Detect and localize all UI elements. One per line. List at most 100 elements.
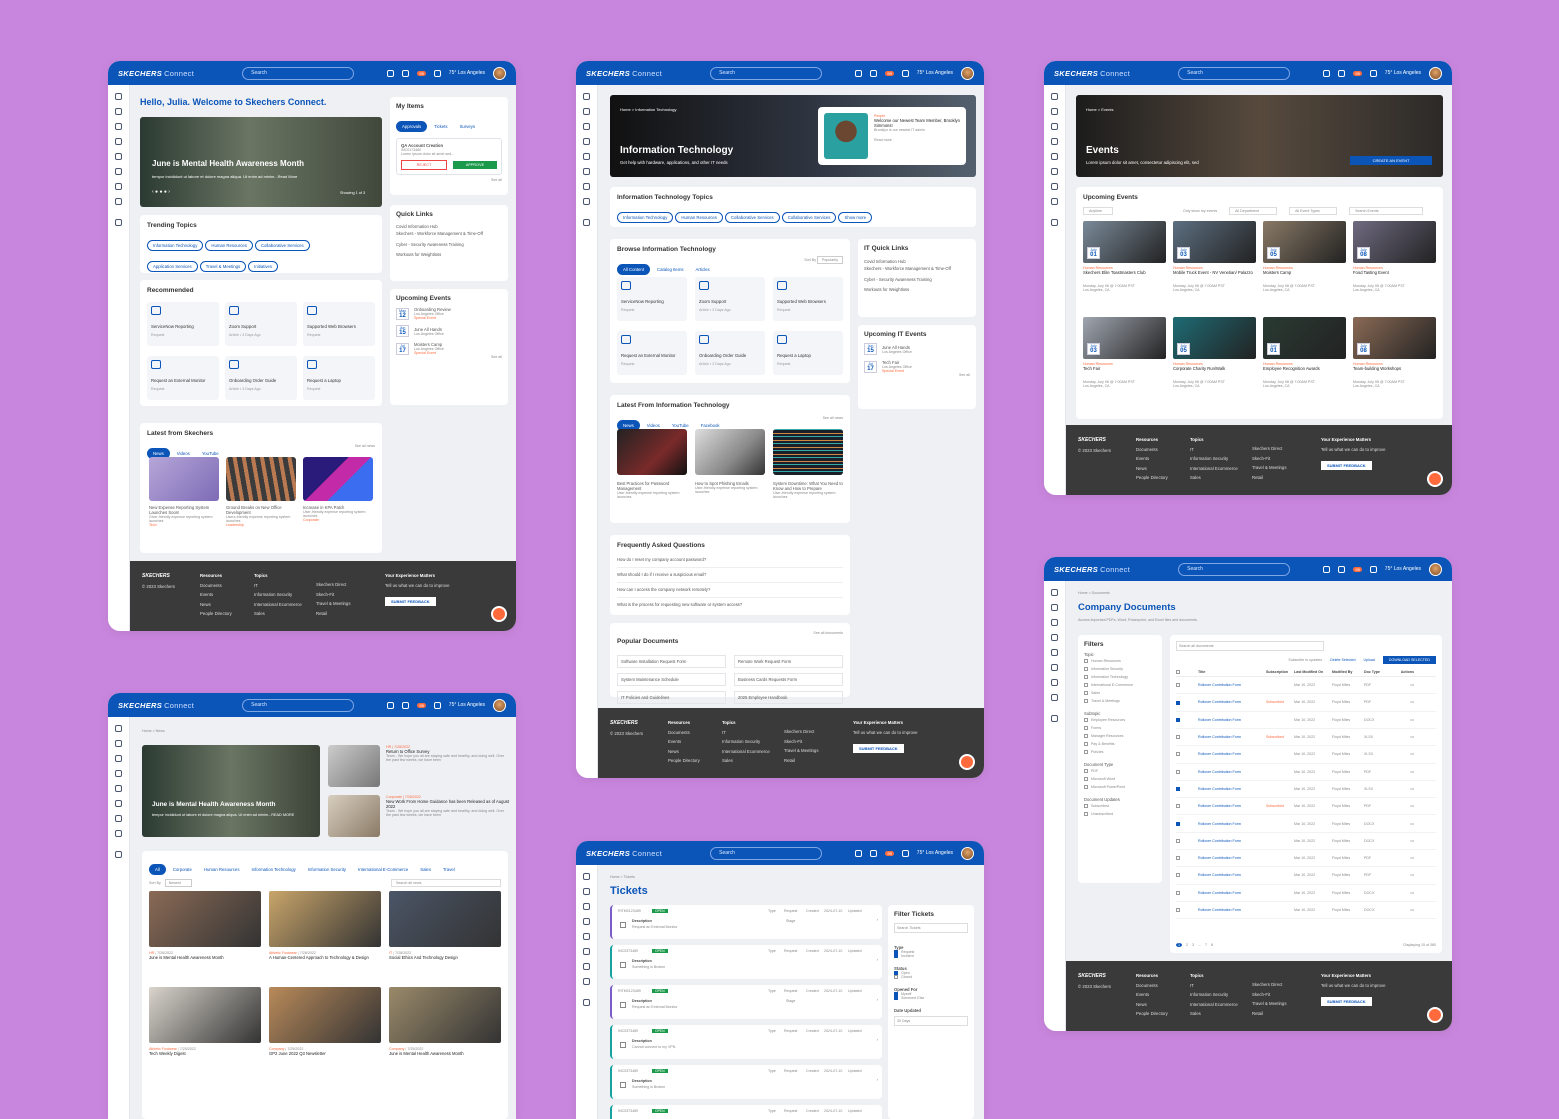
- more-icon[interactable]: •••: [1394, 683, 1414, 687]
- heart-icon[interactable]: [433, 701, 441, 709]
- footer-link[interactable]: Skechers Direct: [1252, 444, 1286, 454]
- footer-link[interactable]: News: [200, 600, 232, 610]
- more-icon[interactable]: •••: [1394, 856, 1414, 860]
- checkbox[interactable]: [1084, 769, 1088, 774]
- store-icon[interactable]: [115, 198, 122, 205]
- people-icon[interactable]: [583, 903, 590, 910]
- expand-icon[interactable]: [115, 725, 122, 732]
- news-card[interactable]: Company | 7/25/2022 GP2 June 2022 Q3 News…: [269, 987, 381, 1077]
- row-checkbox[interactable]: [1176, 890, 1180, 895]
- more-icon[interactable]: •••: [1394, 908, 1414, 912]
- tag-icon[interactable]: [583, 948, 590, 955]
- news-card[interactable]: HR | 7/26/2022 June is Mental Health Awar…: [149, 891, 261, 981]
- footer-link[interactable]: Skech-Fit: [784, 737, 818, 747]
- globe-icon[interactable]: [583, 933, 590, 940]
- topic-chip[interactable]: Information Technology: [617, 212, 674, 223]
- run-icon[interactable]: [115, 183, 122, 190]
- checkbox[interactable]: [1084, 777, 1088, 782]
- welcome-card[interactable]: People Welcome our Newest Team Member, B…: [818, 107, 966, 165]
- date-select[interactable]: 30 Days: [894, 1016, 968, 1027]
- checkbox[interactable]: [1084, 804, 1088, 809]
- rec-tile[interactable]: Zoom Support Article • 3 Days Ago: [225, 302, 297, 346]
- footer-link[interactable]: Documents: [1136, 445, 1168, 455]
- doc-link[interactable]: Business Cards Requests Form: [734, 673, 843, 686]
- checkbox[interactable]: [1084, 699, 1088, 704]
- doc-row[interactable]: Rollover Contribution Form Mar 10, 2022 Fl…: [1176, 712, 1436, 729]
- shield-icon[interactable]: [583, 918, 590, 925]
- search-input[interactable]: Search: [1178, 562, 1291, 576]
- search-events-input[interactable]: Search Events: [1349, 207, 1424, 215]
- row-checkbox[interactable]: [1176, 787, 1180, 791]
- globe-icon[interactable]: [115, 153, 122, 160]
- avatar[interactable]: [1429, 562, 1442, 576]
- breadcrumb[interactable]: Home > Tickets: [610, 875, 635, 879]
- search-input[interactable]: Search: [1178, 66, 1291, 80]
- topic-chip[interactable]: Human Resources: [205, 240, 253, 251]
- tab-all-content[interactable]: All Content: [617, 264, 651, 275]
- footer-link[interactable]: News: [668, 747, 700, 757]
- news-image[interactable]: [695, 429, 765, 475]
- checkbox[interactable]: [1084, 667, 1088, 672]
- doc-title[interactable]: Rollover Contribution Form: [1198, 891, 1266, 895]
- calendar-icon[interactable]: [1051, 219, 1058, 226]
- row-checkbox[interactable]: [1176, 838, 1180, 843]
- tab-surveys[interactable]: Surveys: [455, 122, 481, 131]
- more-icon[interactable]: •••: [1394, 873, 1414, 877]
- rec-tile[interactable]: ServiceNow Reporting Request: [147, 302, 219, 346]
- footer-link[interactable]: Sales: [1190, 473, 1238, 483]
- laptop-icon[interactable]: [115, 108, 122, 115]
- news-item[interactable]: Increase in KPA Patch User-friendly expen…: [303, 505, 373, 522]
- tab-catalog[interactable]: Catalog Items: [652, 265, 689, 274]
- ticket-id[interactable]: INC0373489: [618, 1109, 638, 1113]
- ticket-id[interactable]: INC0373489: [618, 1029, 638, 1033]
- news-card[interactable]: Athletic Footwear | 7/25/2022 Tech Weekly…: [149, 987, 261, 1077]
- checkbox[interactable]: [1084, 812, 1088, 817]
- search-input[interactable]: Search: [242, 66, 355, 80]
- search-docs-input[interactable]: Search all documents: [1176, 641, 1324, 651]
- search-tickets-input[interactable]: Search Tickets: [894, 923, 968, 933]
- people-icon[interactable]: [1051, 123, 1058, 130]
- submit-feedback-button[interactable]: SUBMIT FEEDBACK: [1321, 997, 1372, 1006]
- shield-icon[interactable]: [583, 138, 590, 145]
- browse-tile[interactable]: ServiceNow Reporting Request: [617, 277, 687, 321]
- footer-link[interactable]: Travel & Meetings: [1252, 999, 1286, 1009]
- filter-chip[interactable]: Human Resources: [199, 865, 245, 874]
- event-item[interactable]: Jul 17 Moisters Camp Los Angeles Office Spec…: [396, 342, 502, 355]
- tag-icon[interactable]: [402, 701, 410, 709]
- chat-icon[interactable]: [959, 754, 975, 770]
- checkbox[interactable]: [1084, 659, 1088, 664]
- filter-option[interactable]: Subscribed: [1084, 802, 1156, 810]
- expand-icon[interactable]: [1051, 93, 1058, 100]
- event-item[interactable]: Jun 15 June All Hands Los Angeles Office: [864, 343, 970, 355]
- expand-icon[interactable]: [115, 93, 122, 100]
- doc-row[interactable]: Rollover Contribution Form Mar 10, 2022 Fl…: [1176, 885, 1436, 902]
- footer-link[interactable]: Sales: [1190, 1009, 1238, 1019]
- tab-approvals[interactable]: Approvals: [396, 121, 428, 132]
- store-icon[interactable]: [583, 198, 590, 205]
- breadcrumb[interactable]: Home > News: [142, 729, 165, 733]
- upload-button[interactable]: Upload: [1363, 658, 1374, 662]
- side-news-item[interactable]: HR | 7/28/2022 Return to Office Survey Tea…: [386, 745, 510, 762]
- apps-icon[interactable]: [387, 69, 395, 77]
- event-item[interactable]: May 12 Onboarding Review Los Angeles Office…: [396, 307, 502, 320]
- news-card[interactable]: Athletic Footwear | 7/28/2022 A Human-Cen…: [269, 891, 381, 981]
- checkbox[interactable]: [894, 954, 898, 959]
- page-button[interactable]: 3: [1192, 943, 1194, 947]
- tag-icon[interactable]: [1051, 664, 1058, 671]
- people-icon[interactable]: [115, 123, 122, 130]
- filter-chip[interactable]: Travel: [438, 865, 460, 874]
- footer-link[interactable]: People Directory: [1136, 473, 1168, 483]
- select-all-checkbox[interactable]: [1176, 670, 1180, 675]
- footer-link[interactable]: Retail: [784, 756, 818, 766]
- store-icon[interactable]: [1051, 198, 1058, 205]
- news-image[interactable]: [303, 457, 373, 501]
- doc-title[interactable]: Rollover Contribution Form: [1198, 700, 1266, 704]
- calendar-icon[interactable]: [115, 851, 122, 858]
- quick-link[interactable]: Workouts for Weightloss: [864, 285, 970, 295]
- footer-link[interactable]: International Ecommerce: [1190, 1000, 1238, 1010]
- tag-icon[interactable]: [115, 800, 122, 807]
- rec-tile[interactable]: Request a Laptop Request: [303, 356, 375, 400]
- quick-link[interactable]: Covid Information Hub: [396, 223, 502, 231]
- col-title[interactable]: Title: [1198, 670, 1266, 674]
- pagination[interactable]: 1 2 3... 7 8: [1176, 943, 1213, 947]
